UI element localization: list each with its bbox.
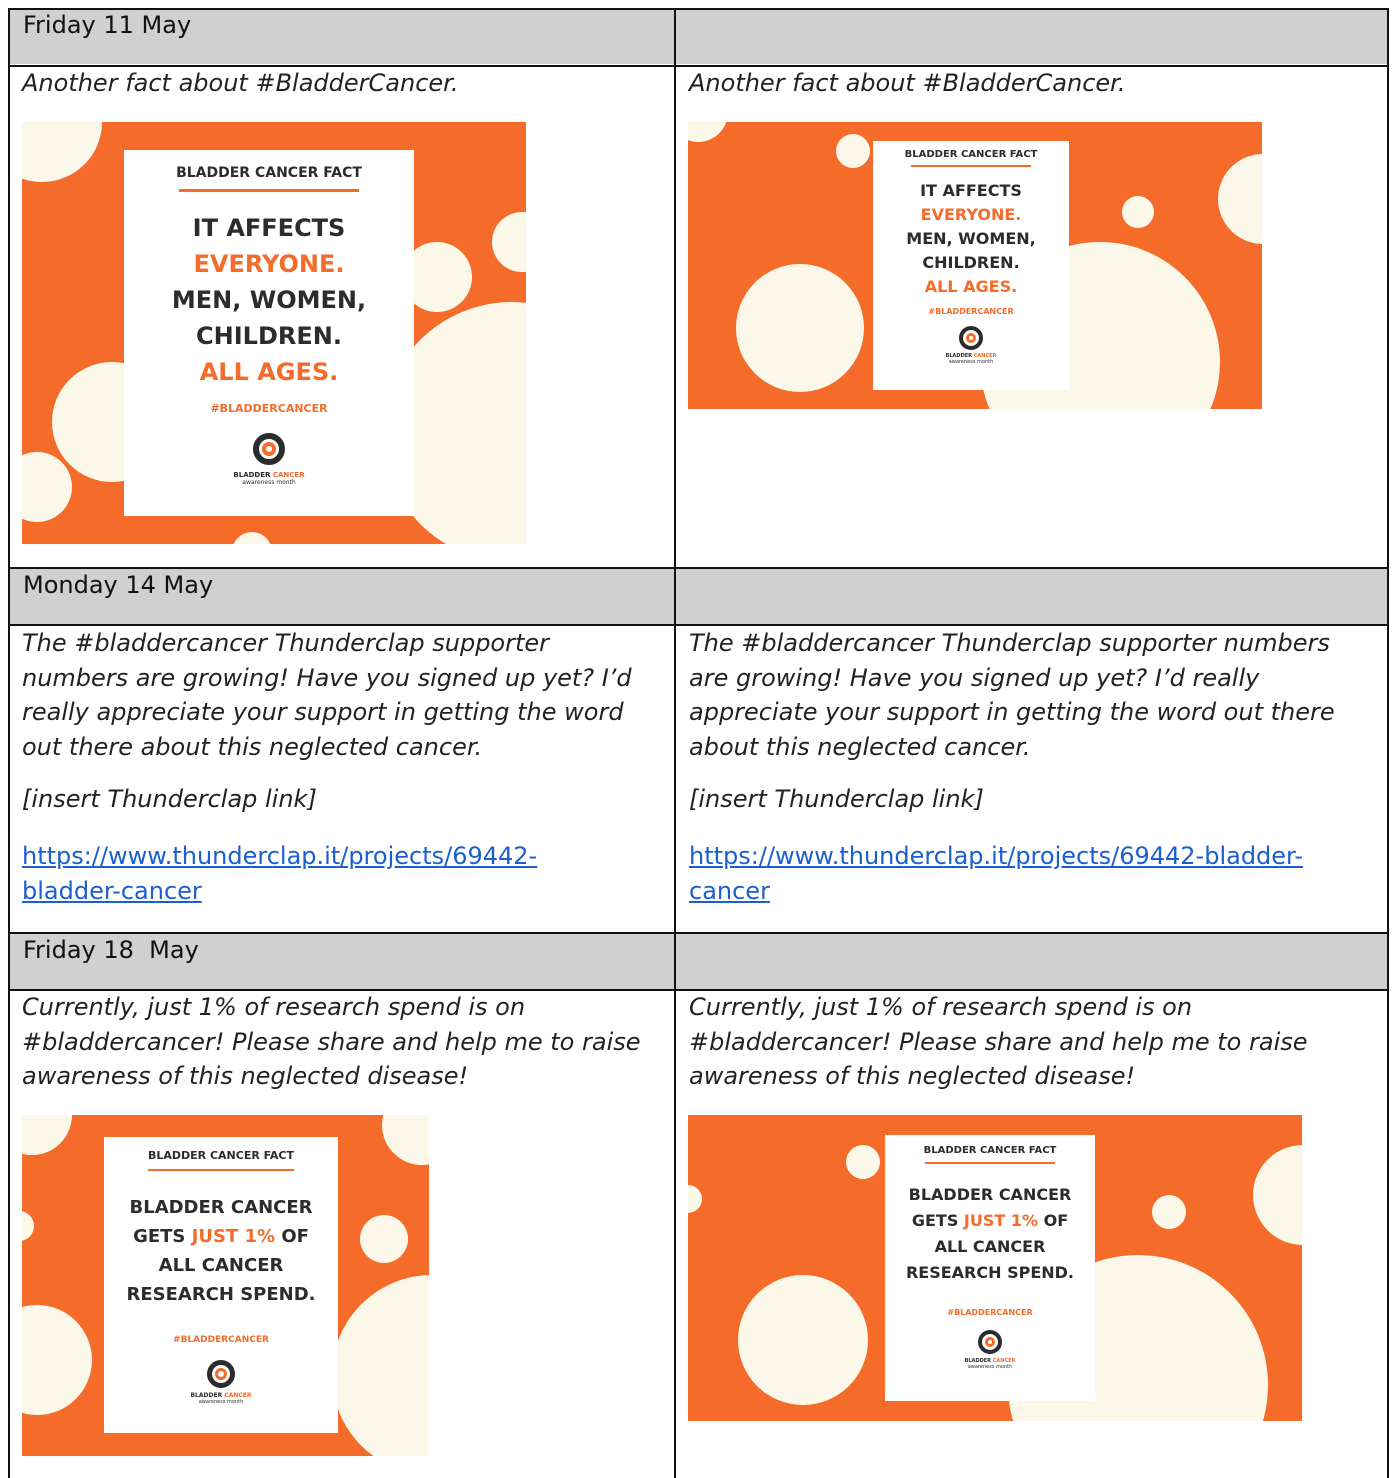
- logo-text: BLADDER CANCER: [233, 471, 305, 479]
- card-line: GETS JUST 1% OF: [133, 1226, 309, 1247]
- date-label: Friday 11 May: [23, 11, 192, 39]
- hashtag: #BLADDERCANCER: [928, 307, 1014, 316]
- date-header-cell-empty: [676, 933, 1389, 989]
- logo-subtext: awareness month: [198, 1399, 244, 1405]
- bladder-cancer-fact-poster: BLADDER CANCER FACT BLADDER CANCER GETS …: [688, 1115, 1302, 1421]
- card-line: EVERYONE.: [193, 250, 345, 278]
- fact-card: BLADDER CANCER FACT IT AFFECTS EVERYONE.…: [124, 150, 414, 516]
- hashtag: #BLADDERCANCER: [947, 1308, 1033, 1317]
- card-rule: [148, 1169, 294, 1171]
- post-text: Currently, just 1% of research spend is …: [22, 993, 641, 1090]
- card-line: ALL CANCER: [158, 1255, 284, 1276]
- date-header-cell: Friday 18 May: [8, 933, 674, 989]
- table-border: [8, 932, 1389, 934]
- date-header-cell: Friday 11 May: [8, 8, 674, 64]
- card-line: ALL AGES.: [199, 358, 339, 386]
- awareness-month-logo-icon: [249, 429, 289, 469]
- logo-subtext: awareness month: [967, 1364, 1013, 1370]
- card-heading: BLADDER CANCER FACT: [147, 1149, 294, 1162]
- logo-subtext: awareness month: [242, 479, 296, 486]
- date-label: Friday 18 May: [23, 936, 199, 964]
- hashtag: #BLADDERCANCER: [173, 1335, 269, 1345]
- content-table: Friday 11 May Monday 14 May Friday 18 Ma…: [8, 8, 1389, 1478]
- logo-text: BLADDER CANCER: [190, 1392, 252, 1399]
- card-rule: [925, 1162, 1055, 1164]
- awareness-month-logo-icon: [204, 1357, 238, 1391]
- card-rule: [179, 189, 359, 192]
- card-line: RESEARCH SPEND.: [126, 1284, 316, 1305]
- logo-subtext: awareness month: [948, 359, 994, 365]
- thunderclap-link[interactable]: https://www.thunderclap.it/projects/6944…: [689, 839, 1349, 909]
- card-line: IT AFFECTS: [920, 181, 1022, 200]
- awareness-month-logo-icon: [975, 1327, 1005, 1357]
- bladder-cancer-fact-poster: BLADDER CANCER FACT IT AFFECTS EVERYONE.…: [688, 122, 1262, 409]
- table-border: [1387, 8, 1389, 1478]
- date-header-cell-empty: [676, 8, 1389, 64]
- card-heading: BLADDER CANCER FACT: [923, 1145, 1057, 1156]
- hashtag: #BLADDERCANCER: [210, 402, 328, 415]
- fact-card: BLADDER CANCER FACT BLADDER CANCER GETS …: [885, 1135, 1095, 1401]
- date-header-cell-empty: [676, 568, 1389, 624]
- thunderclap-link[interactable]: https://www.thunderclap.it/projects/6944…: [22, 839, 582, 909]
- post-text: The #bladdercancer Thunderclap supporter…: [689, 629, 1335, 761]
- card-line: RESEARCH SPEND.: [905, 1263, 1075, 1282]
- bladder-cancer-fact-poster: BLADDER CANCER FACT BLADDER CANCER GETS …: [22, 1115, 429, 1456]
- card-line: IT AFFECTS: [192, 214, 346, 242]
- date-header-cell: Monday 14 May: [8, 568, 674, 624]
- date-label: Monday 14 May: [23, 571, 214, 599]
- card-line: CHILDREN.: [922, 253, 1020, 272]
- fact-card: BLADDER CANCER FACT BLADDER CANCER GETS …: [104, 1137, 338, 1433]
- link-placeholder-note: [insert Thunderclap link]: [22, 785, 317, 813]
- post-text: Currently, just 1% of research spend is …: [689, 993, 1308, 1090]
- card-line: CHILDREN.: [196, 322, 342, 350]
- card-heading: BLADDER CANCER FACT: [904, 149, 1038, 160]
- table-border: [8, 8, 1389, 10]
- card-line: MEN, WOMEN,: [171, 286, 367, 314]
- card-line: ALL AGES.: [924, 277, 1018, 296]
- card-heading: BLADDER CANCER FACT: [176, 165, 362, 181]
- card-rule: [911, 165, 1031, 167]
- table-border: [8, 8, 10, 1478]
- post-text: Another fact about #BladderCancer.: [22, 69, 459, 97]
- table-border: [8, 567, 1389, 569]
- post-text: The #bladdercancer Thunderclap supporter…: [22, 629, 632, 761]
- card-line: GETS JUST 1% OF: [911, 1211, 1069, 1230]
- post-text: Another fact about #BladderCancer.: [689, 69, 1126, 97]
- card-line: EVERYONE.: [920, 205, 1022, 224]
- bladder-cancer-fact-poster: BLADDER CANCER FACT IT AFFECTS EVERYONE.…: [22, 122, 526, 544]
- card-line: MEN, WOMEN,: [906, 229, 1036, 248]
- table-border: [674, 8, 676, 1478]
- card-line: BLADDER CANCER: [129, 1197, 313, 1218]
- card-line: BLADDER CANCER: [908, 1185, 1072, 1204]
- link-placeholder-note: [insert Thunderclap link]: [689, 785, 984, 813]
- card-line: ALL CANCER: [934, 1237, 1046, 1256]
- fact-card: BLADDER CANCER FACT IT AFFECTS EVERYONE.…: [873, 141, 1069, 390]
- awareness-month-logo-icon: [957, 324, 985, 352]
